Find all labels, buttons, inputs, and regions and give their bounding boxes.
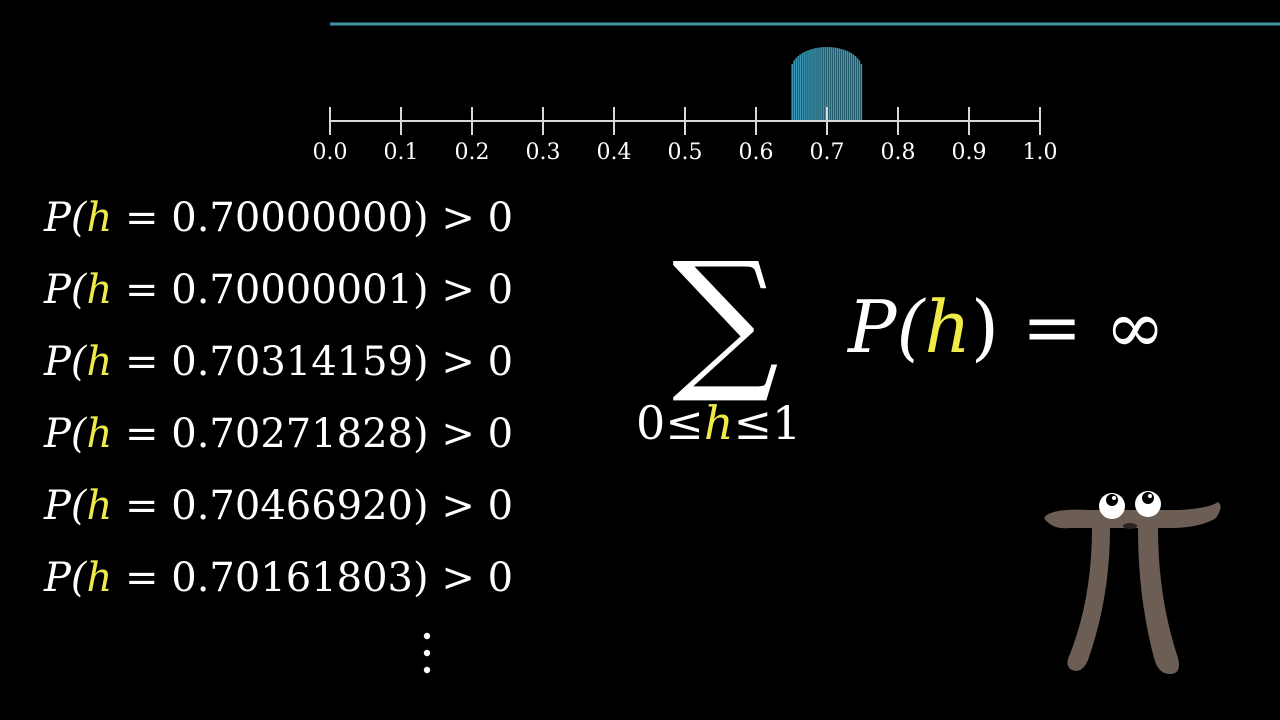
density-bar — [813, 48, 815, 121]
density-bar — [791, 63, 794, 121]
prob-value: 0.70466920 — [171, 483, 414, 529]
density-bar — [801, 53, 803, 121]
density-bar — [840, 49, 843, 121]
prob-comparison: ) > 0 — [413, 483, 514, 529]
density-bar — [830, 47, 833, 121]
density-bar — [819, 47, 821, 121]
density-bar — [856, 57, 859, 121]
lower-right: ≤1 — [733, 396, 802, 450]
pi-creature-icon — [1044, 491, 1221, 674]
density-bar — [850, 53, 853, 121]
probability-row: P(h = 0.70271828) > 0 — [44, 404, 513, 464]
density-bar — [848, 52, 851, 121]
density-bar — [854, 55, 857, 121]
density-bar — [852, 54, 855, 122]
density-bar — [838, 48, 841, 121]
prob-comparison: ) > 0 — [413, 411, 514, 457]
tick-label: 0.9 — [952, 140, 987, 165]
tick-label: 0.0 — [313, 140, 348, 165]
prob-variable: h — [86, 483, 113, 529]
probability-row: P(h = 0.70161803) > 0 — [44, 548, 513, 608]
sum-p: P( — [848, 285, 925, 369]
density-bar — [823, 47, 825, 121]
density-bar — [834, 47, 837, 121]
density-bar — [807, 50, 809, 121]
density-bar — [811, 49, 813, 121]
prob-comparison: ) > 0 — [413, 555, 514, 601]
prob-equals: = — [112, 195, 172, 241]
prob-equals: = — [112, 339, 172, 385]
prob-variable: h — [86, 195, 113, 241]
prob-p: P( — [44, 411, 87, 457]
probability-row: P(h = 0.70466920) > 0 — [44, 476, 513, 536]
vertical-ellipsis — [423, 632, 431, 674]
density-bar — [805, 51, 807, 122]
lower-variable: h — [703, 396, 734, 450]
probability-row: P(h = 0.70000001) > 0 — [44, 260, 513, 320]
tick-label: 0.3 — [526, 140, 561, 165]
density-bar — [809, 49, 811, 121]
density-bar — [844, 50, 847, 121]
tick-label: 0.2 — [455, 140, 490, 165]
density-bar — [817, 47, 819, 121]
tick-label: 0.8 — [881, 140, 916, 165]
density-bar — [836, 48, 839, 121]
probability-row: P(h = 0.70000000) > 0 — [44, 188, 513, 248]
density-bar — [842, 49, 845, 121]
prob-p: P( — [44, 195, 87, 241]
prob-value: 0.70000000 — [171, 195, 414, 241]
tick-label: 0.6 — [739, 140, 774, 165]
density-bar — [821, 47, 823, 121]
sum-variable: h — [924, 285, 971, 369]
lower-left: 0≤ — [636, 396, 704, 450]
probability-row: P(h = 0.70314159) > 0 — [44, 332, 513, 392]
summation-expression: P(h) = ∞ — [848, 282, 1165, 372]
prob-equals: = — [112, 555, 172, 601]
prob-variable: h — [86, 267, 113, 313]
prob-value: 0.70000001 — [171, 267, 414, 313]
summation-symbol: ∑ — [672, 230, 780, 408]
density-bar — [858, 60, 861, 121]
tick-label: 0.1 — [384, 140, 419, 165]
density-bar — [846, 51, 849, 122]
prob-p: P( — [44, 483, 87, 529]
tick-label: 0.7 — [810, 140, 845, 165]
prob-equals: = — [112, 411, 172, 457]
prob-p: P( — [44, 339, 87, 385]
axis-ticks: 0.0 0.1 0.2 0.3 0.4 0.5 0.6 0.7 0.8 0.9 1.0 — [313, 107, 1058, 165]
density-bar — [828, 47, 831, 121]
summation-limits: 0≤h≤1 — [636, 395, 836, 451]
sum-rest: ) = ∞ — [970, 285, 1166, 369]
density-bar — [815, 48, 817, 121]
prob-p: P( — [44, 267, 87, 313]
density-bar — [803, 52, 805, 121]
prob-value: 0.70271828 — [171, 411, 414, 457]
density-bar — [793, 60, 796, 121]
density-bar — [795, 57, 798, 121]
prob-comparison: ) > 0 — [413, 339, 514, 385]
prob-p: P( — [44, 555, 87, 601]
density-bar — [860, 63, 863, 121]
number-line: 0.0 0.1 0.2 0.3 0.4 0.5 0.6 0.7 0.8 0.9 1.0 — [313, 22, 1280, 165]
tick-label: 0.5 — [668, 140, 703, 165]
prob-variable: h — [86, 555, 113, 601]
tick-label: 1.0 — [1023, 140, 1058, 165]
prob-comparison: ) > 0 — [413, 267, 514, 313]
scene: 0.0 0.1 0.2 0.3 0.4 0.5 0.6 0.7 0.8 0.9 1.0 P(h = … — [0, 0, 1280, 720]
prob-equals: = — [112, 267, 172, 313]
density-bar — [797, 55, 799, 121]
prob-variable: h — [86, 339, 113, 385]
tick-label: 0.4 — [597, 140, 632, 165]
density-bar — [832, 47, 835, 121]
prob-value: 0.70161803 — [171, 555, 414, 601]
prob-equals: = — [112, 483, 172, 529]
prob-value: 0.70314159 — [171, 339, 414, 385]
prob-variable: h — [86, 411, 113, 457]
density-bar — [799, 54, 801, 122]
prob-comparison: ) > 0 — [413, 195, 514, 241]
